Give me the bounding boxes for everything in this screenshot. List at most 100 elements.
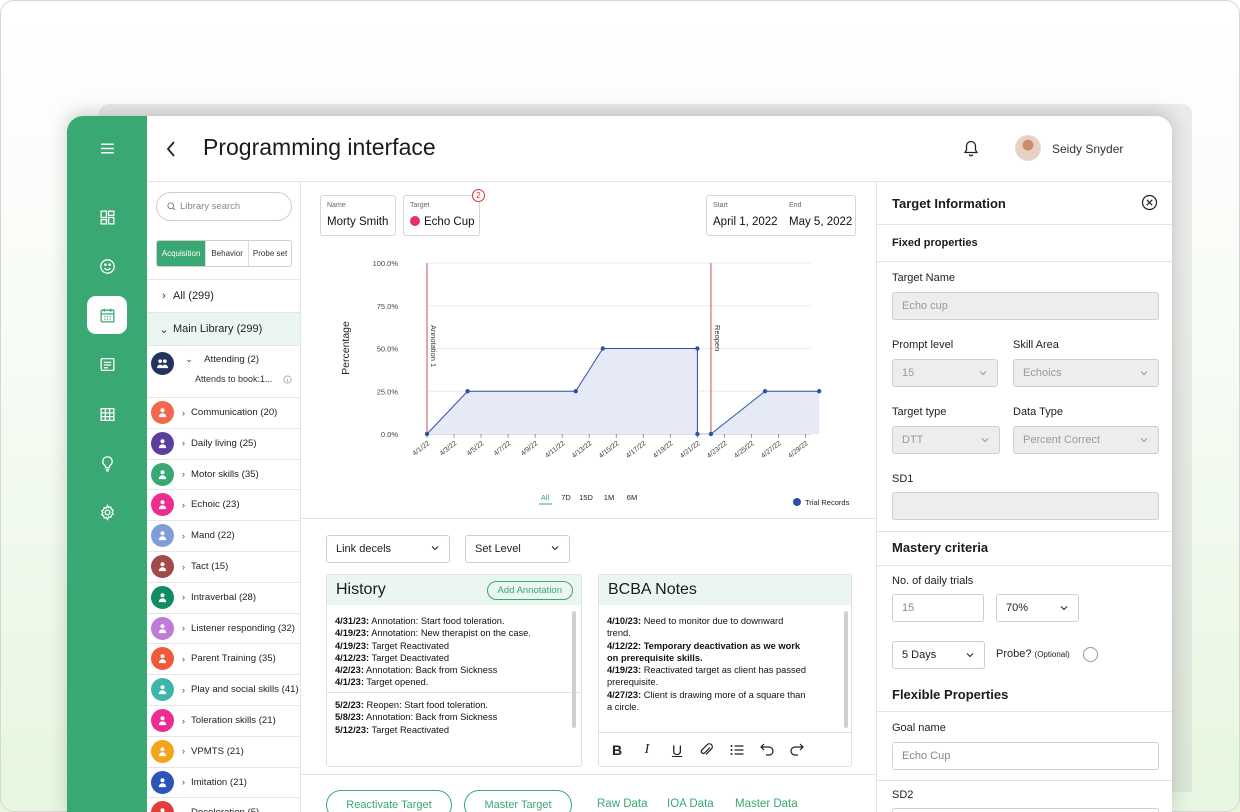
range-button[interactable]: 1M — [604, 493, 614, 502]
skill-area-select[interactable]: Echoics — [1013, 359, 1159, 387]
history-scrollbar[interactable] — [572, 611, 576, 728]
library-category[interactable]: › Tact (15) — [147, 551, 300, 581]
y-tick-label: 100.0% — [373, 259, 399, 268]
daily-trials-input[interactable]: 15 — [892, 594, 984, 622]
divider — [877, 224, 1172, 225]
attending-row[interactable]: ⌄ Attending (2) Attends to book:1... — [147, 345, 300, 397]
daily-trials-label: No. of daily trials — [892, 575, 974, 587]
library-category[interactable]: › Intraverbal (28) — [147, 581, 300, 612]
avatar[interactable] — [1015, 135, 1041, 161]
attach-icon[interactable] — [699, 742, 715, 757]
history-list-recent: 5/2/23: Reopen: Start food toleration. 5/… — [335, 699, 497, 736]
range-button[interactable]: All — [541, 493, 550, 502]
redo-icon[interactable] — [789, 743, 805, 757]
library-main-row[interactable]: ⌄ Main Library (299) — [147, 312, 300, 345]
days-select[interactable]: 5 Days — [892, 641, 985, 669]
ioa-data-link[interactable]: IOA Data — [667, 798, 714, 810]
x-tick-label: 4/1/22 — [412, 440, 432, 458]
prompt-level-select[interactable]: 15 — [892, 359, 998, 387]
range-button[interactable]: 15D — [579, 493, 593, 502]
bold-button[interactable]: B — [609, 742, 625, 758]
legend-label: Trial Records — [805, 498, 850, 507]
library-all-row[interactable]: › All (299) — [147, 279, 300, 312]
master-data-link[interactable]: Master Data — [735, 798, 798, 810]
name-field-label: Name — [327, 202, 346, 209]
library-category[interactable]: › Echoic (23) — [147, 489, 300, 519]
dashboard-icon[interactable] — [87, 198, 127, 236]
target-name-input[interactable]: Echo cup — [892, 292, 1159, 320]
link-decels-select[interactable]: Link decels — [326, 535, 450, 563]
category-icon — [151, 678, 174, 702]
date-range-field[interactable]: Start April 1, 2022 End May 5, 2022 — [706, 195, 856, 236]
tab-probe-set[interactable]: Probe set — [248, 241, 291, 266]
library-category[interactable]: › Mand (22) — [147, 520, 300, 550]
smiley-icon[interactable] — [87, 247, 127, 285]
attending-sub-item[interactable]: Attends to book:1... — [195, 374, 273, 384]
library-category[interactable]: › Parent Training (35) — [147, 643, 300, 673]
category-label: Mand (22) — [191, 530, 235, 542]
goal-name-input[interactable]: Echo Cup — [892, 742, 1159, 770]
set-level-select[interactable]: Set Level — [465, 535, 570, 563]
bell-icon[interactable] — [962, 139, 980, 159]
category-icon — [151, 585, 174, 609]
history-entry: 5/12/23: Target Reactivated — [335, 724, 497, 736]
history-text: Annotation: Start food toleration. — [369, 616, 505, 626]
lightbulb-icon[interactable] — [87, 444, 127, 482]
category-icon — [151, 431, 174, 455]
percent-select[interactable]: 70% — [996, 594, 1079, 622]
history-date: 4/1/23: — [335, 677, 364, 688]
library-category[interactable]: › Deceleration (5) — [147, 797, 300, 812]
data-type-select[interactable]: Percent Correct — [1013, 426, 1159, 454]
tab-behavior[interactable]: Behavior — [205, 241, 248, 266]
range-button[interactable]: 7D — [561, 493, 571, 502]
divider — [877, 780, 1172, 781]
settings-icon[interactable] — [87, 493, 127, 531]
bcba-scrollbar[interactable] — [844, 611, 848, 728]
mastery-criteria-heading: Mastery criteria — [892, 540, 989, 555]
underline-button[interactable]: U — [669, 742, 685, 758]
library-category[interactable]: › VPMTS (21) — [147, 735, 300, 766]
y-tick-label: 50.0% — [377, 345, 399, 354]
library-category[interactable]: › Motor skills (35) — [147, 458, 300, 489]
calendar-icon[interactable] — [87, 296, 127, 334]
list-icon[interactable] — [729, 743, 745, 757]
name-field[interactable]: Name Morty Smith — [320, 195, 396, 236]
notes-icon[interactable] — [87, 345, 127, 383]
add-annotation-button[interactable]: Add Annotation — [486, 581, 573, 600]
undo-icon[interactable] — [759, 743, 775, 757]
bcba-notes-text[interactable]: 4/10/23: Need to monitor due to downward… — [607, 615, 807, 713]
table-icon[interactable] — [87, 395, 127, 433]
close-icon[interactable] — [1141, 194, 1158, 211]
annotation-label: Reopen — [713, 325, 722, 351]
sd2-input[interactable] — [892, 808, 1159, 812]
range-button[interactable]: 6M — [627, 493, 637, 502]
library-category[interactable]: › Communication (20) — [147, 397, 300, 427]
category-icon — [151, 401, 174, 424]
target-type-select[interactable]: DTT — [892, 426, 1000, 454]
sd1-input[interactable] — [892, 492, 1159, 520]
raw-data-link[interactable]: Raw Data — [597, 798, 648, 810]
library-category[interactable]: › Toleration skills (21) — [147, 705, 300, 735]
chart-svg: 100.0% 75.0% 50.0% 25.0% 0.0% Percentage 4/1/2… — [340, 259, 850, 507]
bcba-note: 4/27/23: Client is drawing more of a squ… — [607, 689, 807, 714]
user-name[interactable]: Seidy Snyder — [1052, 142, 1123, 156]
target-information-panel: Target Information Fixed properties Targ… — [876, 182, 1172, 812]
chevron-right-icon: › — [182, 438, 185, 449]
menu-icon[interactable] — [87, 129, 127, 167]
library-category[interactable]: › Play and social skills (41) — [147, 674, 300, 704]
divider — [877, 711, 1172, 712]
target-field[interactable]: Target Echo Cup 2 — [403, 189, 485, 236]
probe-radio[interactable] — [1083, 647, 1098, 662]
info-icon[interactable] — [283, 374, 292, 384]
tab-acquisition[interactable]: Acquisition — [157, 241, 206, 266]
italic-button[interactable]: I — [639, 742, 655, 758]
back-icon[interactable] — [163, 138, 181, 160]
library-category[interactable]: › Listener responding (32) — [147, 612, 300, 643]
library-search-input[interactable]: Library search — [156, 192, 292, 221]
target-type-label: Target type — [892, 406, 947, 418]
master-target-button[interactable]: Master Target — [464, 790, 572, 812]
library-category[interactable]: › Imitation (21) — [147, 766, 300, 797]
library-category[interactable]: › Daily living (25) — [147, 427, 300, 458]
goal-name-label: Goal name — [892, 722, 946, 734]
reactivate-target-button[interactable]: Reactivate Target — [326, 790, 452, 812]
